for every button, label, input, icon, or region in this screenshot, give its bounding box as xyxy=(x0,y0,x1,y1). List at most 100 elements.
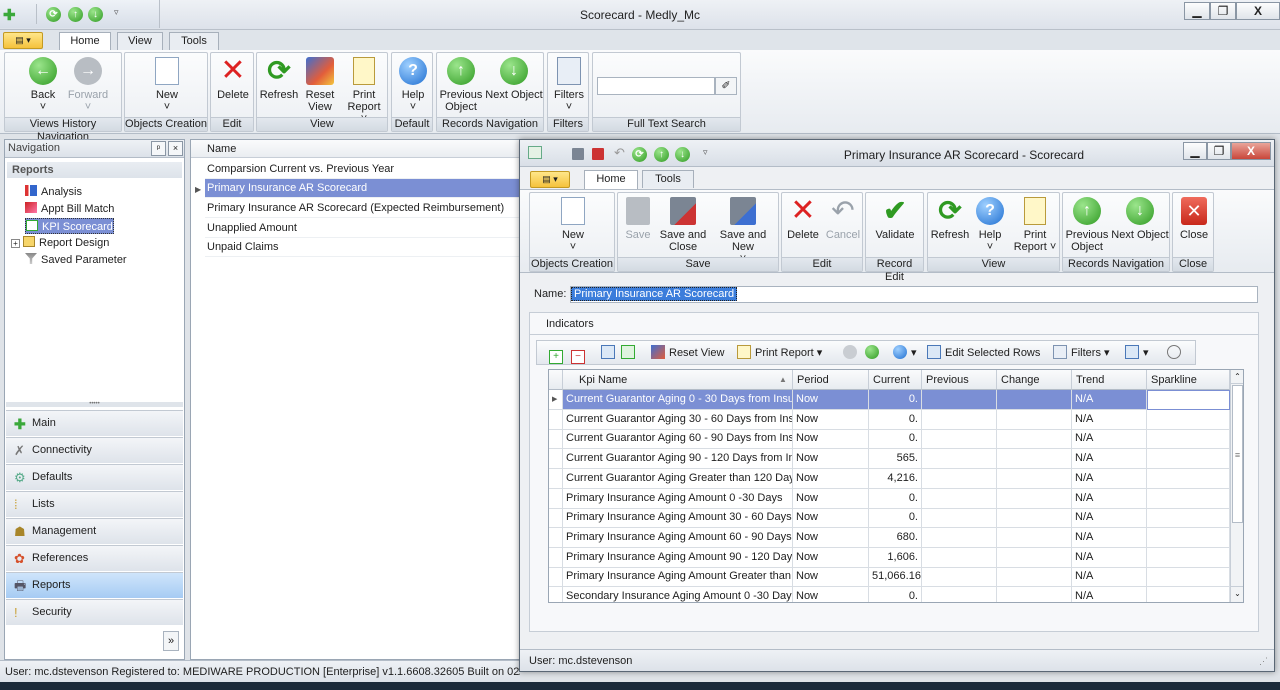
cell-kpi[interactable]: Current Guarantor Aging 30 - 60 Days fro… xyxy=(563,409,793,430)
cell-period[interactable]: Now xyxy=(793,527,869,548)
cell-change[interactable] xyxy=(997,527,1072,548)
cell-kpi[interactable]: Current Guarantor Aging 90 - 120 Days fr… xyxy=(563,449,793,470)
list-item[interactable]: Comparsion Current vs. Previous Year xyxy=(205,160,523,179)
column-header-change[interactable]: Change xyxy=(997,370,1072,390)
cell-kpi[interactable]: Secondary Insurance Aging Amount 0 -30 D… xyxy=(563,587,793,602)
cell-sparkline[interactable] xyxy=(1147,390,1230,410)
undo-icon[interactable]: ↶ xyxy=(614,145,625,161)
cell-previous[interactable] xyxy=(922,508,997,529)
cell-kpi[interactable]: Primary Insurance Aging Amount Greater t… xyxy=(563,567,793,588)
remove-row-icon[interactable]: − xyxy=(571,345,589,364)
cell-trend[interactable]: N/A xyxy=(1072,449,1147,470)
pin-icon[interactable]: ᵖ xyxy=(151,141,166,156)
detail-app-menu[interactable]: ▤ ▾ xyxy=(530,171,570,188)
cell-sparkline[interactable] xyxy=(1147,527,1230,548)
cell-period[interactable]: Now xyxy=(793,390,869,410)
next-object-button[interactable]: ↓ Next Object xyxy=(485,57,543,101)
close-window-button[interactable]: X xyxy=(1236,2,1280,20)
cell-trend[interactable]: N/A xyxy=(1072,390,1147,410)
detail-save-new-button[interactable]: Save and New˅ xyxy=(708,197,778,265)
detail-save-button[interactable]: Save xyxy=(622,197,654,241)
new-button[interactable]: New ˅ xyxy=(147,57,187,113)
detail-print-report-button[interactable]: Print Report ˅ xyxy=(1012,197,1058,253)
cell-change[interactable] xyxy=(997,429,1072,450)
cell-kpi[interactable]: Primary Insurance Aging Amount 90 - 120 … xyxy=(563,547,793,568)
detail-tab-tools[interactable]: Tools xyxy=(642,170,694,188)
expand-icon[interactable]: + xyxy=(11,239,20,248)
qat-customize-icon[interactable]: ▿ xyxy=(703,147,708,158)
add-row-icon[interactable]: + xyxy=(549,345,567,364)
resize-grip-icon[interactable]: ⋰ xyxy=(1259,656,1268,667)
cell-change[interactable] xyxy=(997,468,1072,489)
cell-change[interactable] xyxy=(997,390,1072,410)
tab-home[interactable]: Home xyxy=(59,32,111,51)
detail-restore-button[interactable]: ❐ xyxy=(1207,142,1231,160)
search-icon[interactable] xyxy=(1167,345,1185,361)
cell-previous[interactable] xyxy=(922,468,997,489)
refresh-icon[interactable]: ⟳ xyxy=(632,147,647,162)
cell-current[interactable]: 565. xyxy=(869,449,922,470)
cell-sparkline[interactable] xyxy=(1147,409,1230,430)
cell-trend[interactable]: N/A xyxy=(1072,429,1147,450)
filters-button[interactable]: Filters ˅ xyxy=(551,57,587,113)
cell-previous[interactable] xyxy=(922,488,997,509)
detail-cancel-button[interactable]: ↶ Cancel xyxy=(824,197,862,242)
reset-view-button[interactable]: Reset View xyxy=(301,57,339,113)
cell-change[interactable] xyxy=(997,547,1072,568)
nav-references[interactable]: ✿ References xyxy=(6,545,183,571)
next-icon[interactable]: ↓ xyxy=(675,147,690,162)
nav-security[interactable]: ! Security xyxy=(6,599,183,625)
cell-trend[interactable]: N/A xyxy=(1072,409,1147,430)
app-menu-button[interactable]: ▤ ▾ xyxy=(3,32,43,49)
previous-icon[interactable]: ↑ xyxy=(654,147,669,162)
cell-sparkline[interactable] xyxy=(1147,508,1230,529)
cell-sparkline[interactable] xyxy=(1147,429,1230,450)
vertical-scrollbar[interactable]: ⌃ ≡ ⌄ xyxy=(1230,370,1243,602)
cell-current[interactable]: 680. xyxy=(869,527,922,548)
cell-change[interactable] xyxy=(997,567,1072,588)
cell-previous[interactable] xyxy=(922,567,997,588)
cell-trend[interactable]: N/A xyxy=(1072,508,1147,529)
cell-period[interactable]: Now xyxy=(793,587,869,602)
cell-kpi[interactable]: Current Guarantor Aging 0 - 30 Days from… xyxy=(563,390,793,410)
cell-previous[interactable] xyxy=(922,429,997,450)
print-report-grid-button[interactable]: Print Report ▾ xyxy=(737,345,822,361)
detail-help-button[interactable]: ? Help ˅ xyxy=(972,197,1008,253)
cell-current[interactable]: 0. xyxy=(869,429,922,450)
cell-period[interactable]: Now xyxy=(793,429,869,450)
nav-reports[interactable]: 🖶 Reports xyxy=(6,572,183,598)
column-header-period[interactable]: Period xyxy=(793,370,869,390)
cell-current[interactable]: 0. xyxy=(869,390,922,410)
cell-sparkline[interactable] xyxy=(1147,567,1230,588)
edit-selected-rows-button[interactable]: Edit Selected Rows xyxy=(927,345,1040,361)
restore-button[interactable]: ❐ xyxy=(1210,2,1236,20)
cell-current[interactable]: 0. xyxy=(869,587,922,602)
cell-trend[interactable]: N/A xyxy=(1072,587,1147,602)
cell-trend[interactable]: N/A xyxy=(1072,527,1147,548)
cell-sparkline[interactable] xyxy=(1147,488,1230,509)
detail-tab-home[interactable]: Home xyxy=(584,170,638,189)
cell-current[interactable]: 4,216. xyxy=(869,468,922,489)
cell-previous[interactable] xyxy=(922,527,997,548)
tree-item-analysis[interactable]: Analysis xyxy=(25,184,82,200)
detail-refresh-button[interactable]: ⟳ Refresh xyxy=(930,197,970,242)
forward-button[interactable]: → Forward ˅ xyxy=(63,57,113,113)
cell-trend[interactable]: N/A xyxy=(1072,547,1147,568)
link-icon[interactable] xyxy=(601,345,619,361)
cell-period[interactable]: Now xyxy=(793,547,869,568)
scroll-thumb[interactable]: ≡ xyxy=(1232,385,1243,523)
search-input[interactable] xyxy=(597,77,715,95)
cell-trend[interactable]: N/A xyxy=(1072,468,1147,489)
list-item[interactable]: Primary Insurance AR Scorecard xyxy=(205,179,523,198)
cell-current[interactable]: 0. xyxy=(869,508,922,529)
detail-close-record-button[interactable]: ✕ Close xyxy=(1177,197,1211,241)
cell-period[interactable]: Now xyxy=(793,468,869,489)
list-header-name[interactable]: Name xyxy=(191,140,523,158)
previous-object-button[interactable]: ↑ Previous Object xyxy=(439,57,483,113)
help-icon[interactable]: ▾ xyxy=(893,345,917,361)
export-icon[interactable]: ▾ xyxy=(1125,345,1149,361)
column-header-trend[interactable]: Trend xyxy=(1072,370,1147,390)
cell-previous[interactable] xyxy=(922,547,997,568)
help-button[interactable]: ? Help ˅ xyxy=(395,57,431,113)
down-arrow-icon[interactable] xyxy=(865,345,883,361)
